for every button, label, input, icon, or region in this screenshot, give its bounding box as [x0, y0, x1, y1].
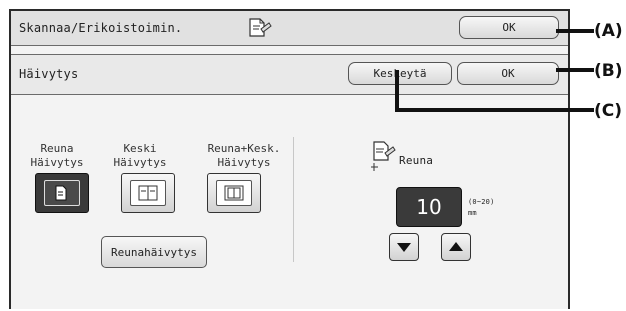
- callout-a: (A): [594, 21, 623, 41]
- callout-c: (C): [594, 101, 623, 121]
- callout-lines: [395, 29, 594, 112]
- callout-b: (B): [594, 61, 623, 81]
